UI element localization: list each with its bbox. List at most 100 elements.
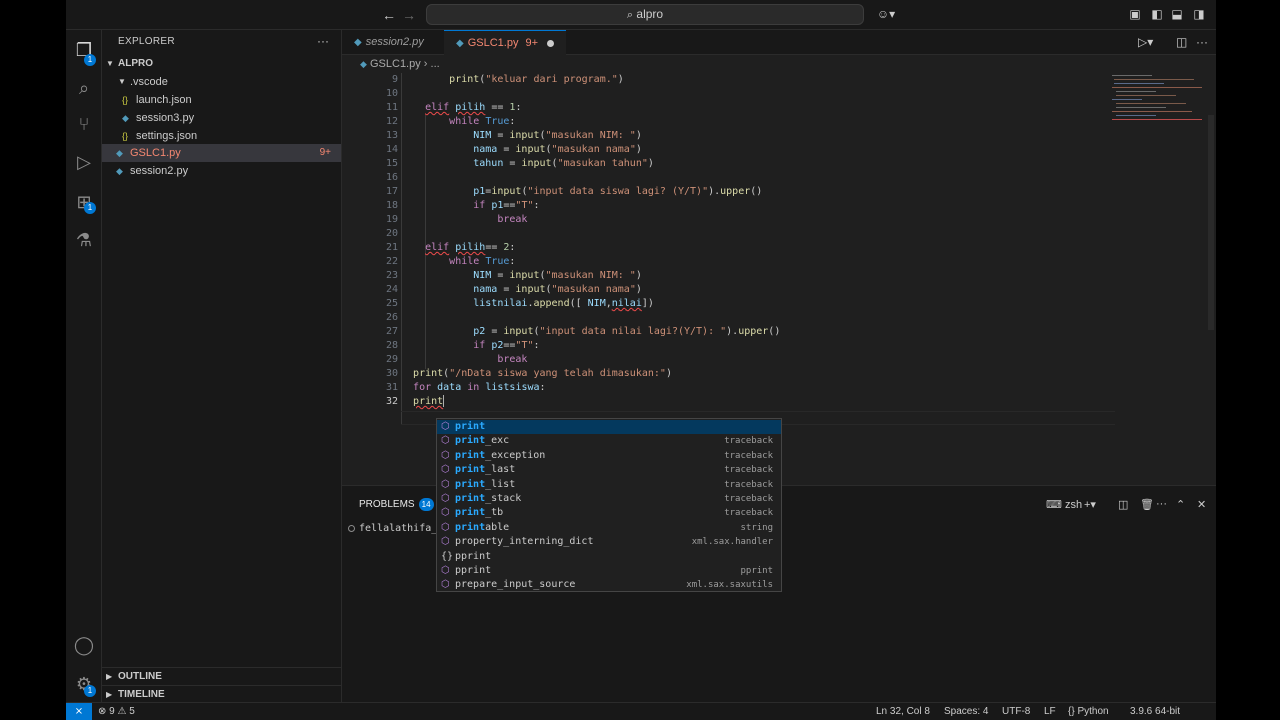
remote-indicator-icon[interactable]: ⨯ (66, 703, 92, 720)
new-terminal-icon[interactable]: +▾ (1084, 498, 1096, 511)
more-actions-icon[interactable]: ··· (1196, 35, 1208, 49)
suggestion-item[interactable]: ⬡ property_interning_dict xml.sax.handler (437, 535, 781, 549)
suggestion-item[interactable]: ⬡ prepare_input_source xml.sax.saxutils (437, 578, 781, 592)
suggestion-item[interactable]: ⬡ print (437, 420, 781, 434)
suggestion-label: print (455, 421, 486, 432)
python-file-icon: ◆ (116, 148, 123, 158)
suggestion-item[interactable]: ⬡ print_tb traceback (437, 506, 781, 520)
sidebar-item-session2[interactable]: ◆ session2.py (102, 162, 341, 180)
source-control-icon[interactable]: ⑂ (72, 112, 96, 136)
activity-bar: ❐ 1 ⌕ ⑂ ▷ ⊞ 1 ⚗ ◯ ⚙ 1 (66, 30, 102, 702)
sidebar-item-gslc1[interactable]: ◆ GSLC1.py 9+ (102, 144, 341, 162)
terminal-prompt[interactable]: fellalathifa_@ (359, 523, 443, 534)
line-ending[interactable]: LF (1044, 703, 1056, 720)
python-file-icon: ◆ (360, 59, 367, 69)
encoding[interactable]: UTF-8 (1002, 703, 1030, 720)
back-arrow-icon[interactable]: ← (380, 6, 398, 24)
toggle-panel-icon[interactable]: ⬓ (1170, 7, 1184, 21)
warning-icon: ⚠ (117, 706, 127, 717)
sidebar-item-settings-json[interactable]: {} settings.json (102, 127, 341, 145)
close-panel-icon[interactable]: ✕ (1197, 498, 1206, 511)
run-debug-icon[interactable]: ▷ (72, 150, 96, 174)
python-interpreter[interactable]: 3.9.6 64-bit (1130, 703, 1180, 720)
suggestion-item[interactable]: ⬡ print_list traceback (437, 478, 781, 492)
toggle-sidebar-icon[interactable]: ◧ (1150, 7, 1164, 21)
code-line: 24 nama = input("masukan nama") (385, 284, 642, 295)
suggestion-item[interactable]: ⬡ pprint pprint (437, 564, 781, 578)
error-icon: ⊗ (98, 706, 107, 717)
minimap[interactable] (1110, 73, 1208, 133)
search-icon[interactable]: ⌕ (72, 76, 96, 100)
tab-problems[interactable]: PROBLEMS 14 (359, 498, 434, 511)
run-python-icon[interactable]: ▷▾ (1138, 35, 1153, 49)
sidebar-item-session3[interactable]: ◆ session3.py (102, 109, 341, 127)
breadcrumb-file[interactable]: GSLC1.py (370, 58, 421, 70)
command-center-search[interactable]: ⌕ alpro (426, 4, 864, 25)
command-center-label: alpro (636, 7, 664, 21)
extensions-badge: 1 (84, 202, 96, 214)
maximize-panel-icon[interactable]: ⌃ (1176, 498, 1185, 511)
indentation[interactable]: Spaces: 4 (944, 703, 988, 720)
json-file-icon: {} (122, 131, 129, 141)
suggestion-detail: traceback (724, 436, 773, 447)
search-icon: ⌕ (626, 9, 634, 21)
sidebar-item-vscode[interactable]: ▼ .vscode (102, 73, 341, 91)
chevron-down-icon: ▼ (118, 77, 126, 86)
suggestion-label: property_interning_dict (455, 536, 594, 548)
toggle-secondary-sidebar-icon[interactable]: ◨ (1192, 7, 1206, 21)
explorer-sidebar: EXPLORER ··· ▼ ALPRO ▼ .vscode {} launch… (102, 30, 342, 702)
trash-icon[interactable]: 🗑 (1140, 498, 1154, 511)
status-bar: ⨯ ⊗ 9 ⚠ 5 Ln 32, Col 8 Spaces: 4 UTF-8 L… (66, 702, 1216, 720)
workspace-root[interactable]: ▼ ALPRO (102, 55, 341, 73)
braces-icon: {} (1068, 706, 1075, 717)
cursor-position[interactable]: Ln 32, Col 8 (876, 703, 930, 720)
code-line: 28 if p2=="T": (385, 340, 540, 351)
sidebar-item-launch-json[interactable]: {} launch.json (102, 91, 341, 109)
tab-session2[interactable]: ◆ session2.py (342, 30, 438, 55)
code-line: 29 break (385, 354, 528, 365)
code-line: 31 for data in listsiswa: (385, 382, 546, 393)
editor-scrollbar[interactable] (1208, 115, 1214, 330)
function-cube-icon: ⬡ (441, 521, 450, 533)
split-editor-icon[interactable]: ◫ (1176, 35, 1187, 49)
suggestion-item[interactable]: ⬡ printable string (437, 521, 781, 535)
suggestion-item[interactable]: ⬡ print_last traceback (437, 463, 781, 477)
copilot-icon[interactable]: ☺▾ (874, 7, 898, 21)
breadcrumb-symbol[interactable]: ... (431, 58, 440, 70)
code-line: 27 p2 = input("input data nilai lagi?(Y/… (385, 326, 781, 337)
breadcrumb: ◆ GSLC1.py › ... (342, 55, 1216, 73)
terminal-shell-selector[interactable]: ⌨ zsh (1046, 498, 1082, 511)
problems-status[interactable]: ⊗ 9 ⚠ 5 (98, 703, 135, 720)
function-cube-icon: ⬡ (441, 449, 450, 461)
suggestion-label: print_exception (455, 449, 546, 461)
timeline-section[interactable]: ▶ TIMELINE (102, 685, 341, 703)
title-bar: ← → ⌕ alpro ☺▾ ▣ ◧ ⬓ ◨ (66, 0, 1216, 30)
suggestion-item[interactable]: {} pprint (437, 550, 781, 564)
explorer-badge: 1 (84, 54, 96, 66)
code-line: 11 elif pilih == 1: (385, 102, 522, 113)
problems-count-badge: 14 (418, 498, 434, 511)
testing-icon[interactable]: ⚗ (72, 228, 96, 252)
suggestion-item[interactable]: ⬡ print_exception traceback (437, 449, 781, 463)
split-terminal-icon[interactable]: ◫ (1118, 498, 1128, 511)
layout-icon[interactable]: ▣ (1128, 7, 1142, 21)
python-file-icon: ◆ (354, 37, 362, 48)
account-icon[interactable]: ◯ (72, 633, 96, 657)
unsaved-dot-icon[interactable] (547, 39, 555, 47)
code-line: 20 (385, 228, 398, 239)
function-cube-icon: ⬡ (441, 421, 450, 432)
code-line: 9 print("keluar dari program.") (391, 74, 624, 85)
forward-arrow-icon[interactable]: → (400, 6, 418, 24)
code-line: 23 NIM = input("masukan NIM: ") (385, 270, 642, 281)
autocomplete-suggestions: ⬡ print ⬡ print_exc traceback ⬡ print_exceptio… (436, 418, 782, 592)
code-line: 18 if p1=="T": (385, 200, 540, 211)
code-line: 15 tahun = input("masukan tahun") (385, 158, 654, 169)
more-actions-icon[interactable]: ··· (1156, 498, 1167, 510)
language-mode[interactable]: {} Python (1068, 703, 1109, 720)
function-cube-icon: ⬡ (441, 565, 450, 576)
outline-section[interactable]: ▶ OUTLINE (102, 667, 341, 685)
tab-gslc1[interactable]: ◆ GSLC1.py 9+ (444, 30, 566, 55)
suggestion-item[interactable]: ⬡ print_stack traceback (437, 492, 781, 506)
more-actions-icon[interactable]: ··· (317, 34, 329, 48)
suggestion-item[interactable]: ⬡ print_exc traceback (437, 434, 781, 448)
